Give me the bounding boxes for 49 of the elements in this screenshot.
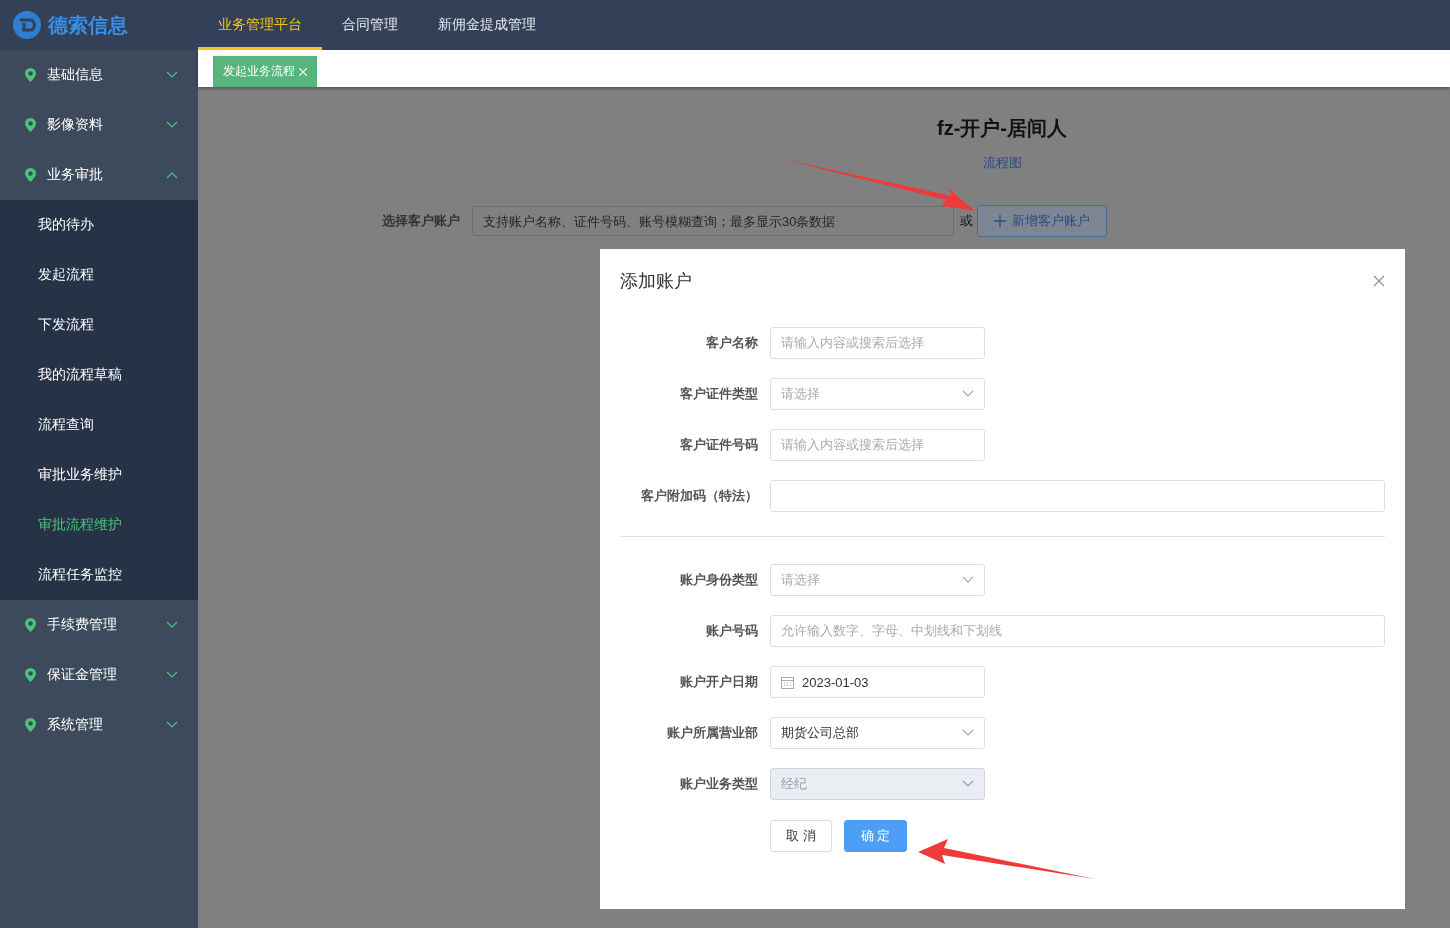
field-label: 账户所属营业部 bbox=[666, 724, 759, 742]
field-label: 账户开户日期 bbox=[679, 673, 759, 691]
location-pin-icon bbox=[24, 117, 37, 133]
sidebar-item[interactable]: 业务审批 bbox=[0, 150, 198, 200]
or-text: 或 bbox=[960, 212, 973, 230]
nav-tab[interactable]: 合同管理 bbox=[322, 0, 418, 50]
field-label: 客户证件类型 bbox=[679, 385, 759, 403]
submenu-item[interactable]: 审批业务维护 bbox=[0, 450, 198, 500]
chevron-icon bbox=[962, 729, 974, 737]
sidebar-item[interactable]: 系统管理 bbox=[0, 700, 198, 750]
calendar-icon bbox=[781, 675, 794, 689]
chevron-icon bbox=[962, 576, 974, 584]
field-label: 选择客户账户 bbox=[382, 212, 460, 230]
nav-tab[interactable]: 新佣金提成管理 bbox=[418, 0, 556, 50]
field-label: 账户号码 bbox=[705, 622, 759, 640]
submenu-item[interactable]: 流程查询 bbox=[0, 400, 198, 450]
submenu-item[interactable]: 下发流程 bbox=[0, 300, 198, 350]
plus-icon bbox=[994, 215, 1006, 227]
location-pin-icon bbox=[24, 67, 37, 83]
close-icon[interactable] bbox=[1373, 275, 1385, 287]
field-label: 客户附加码（特法） bbox=[640, 487, 759, 505]
field-label: 账户业务类型 bbox=[679, 775, 759, 793]
cancel-button[interactable]: 取 消 bbox=[770, 820, 832, 852]
sidebar-item[interactable]: 手续费管理 bbox=[0, 600, 198, 650]
account-search-field[interactable]: 支持账户名称、证件号码、账号模糊查询；最多显示30条数据 bbox=[472, 206, 954, 236]
sidebar-item[interactable]: 基础信息 bbox=[0, 50, 198, 100]
logo-text: 德索信息 bbox=[48, 12, 128, 38]
select-field[interactable]: 期货公司总部 bbox=[770, 717, 985, 749]
location-pin-icon bbox=[24, 617, 37, 633]
sidebar-item[interactable]: 保证金管理 bbox=[0, 650, 198, 700]
field-label: 账户身份类型 bbox=[679, 571, 759, 589]
chevron-icon bbox=[962, 390, 974, 398]
location-pin-icon bbox=[24, 167, 37, 183]
date-field[interactable]: 2023-01-03 bbox=[770, 666, 985, 698]
location-pin-icon bbox=[24, 717, 37, 733]
chevron-icon bbox=[962, 780, 974, 788]
page-title: fz-开户-居间人 bbox=[937, 116, 1067, 141]
sidebar-item[interactable]: 影像资料 bbox=[0, 100, 198, 150]
logo-icon bbox=[12, 10, 42, 40]
dialog-title: 添加账户 bbox=[620, 270, 692, 293]
submenu-item[interactable]: 发起流程 bbox=[0, 250, 198, 300]
submenu-item[interactable]: 我的待办 bbox=[0, 200, 198, 250]
text-field[interactable] bbox=[770, 480, 1385, 512]
submenu-item[interactable]: 流程任务监控 bbox=[0, 550, 198, 600]
location-pin-icon bbox=[24, 667, 37, 683]
submenu-item[interactable]: 我的流程草稿 bbox=[0, 350, 198, 400]
field-label: 客户证件号码 bbox=[679, 436, 759, 454]
submenu-item[interactable]: 审批流程维护 bbox=[0, 500, 198, 550]
field-label: 客户名称 bbox=[705, 334, 759, 352]
